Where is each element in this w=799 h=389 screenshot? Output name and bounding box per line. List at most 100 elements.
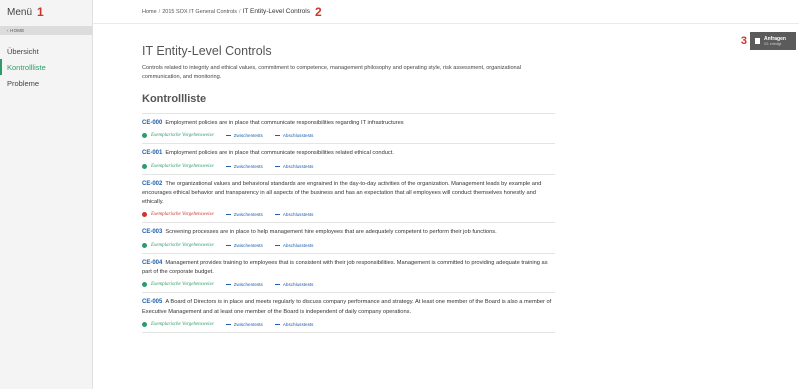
check-status-icon [142,242,147,248]
final-tests-label: Abschlusstests [282,282,314,288]
menu-label: Menü [7,6,33,18]
interim-tests-label: Zwischentests [233,321,263,327]
control-tags: Exemplarische Vorgehensweise Zwischentest… [142,162,555,171]
final-tests-link[interactable]: Abschlusstests [274,282,314,288]
control-id-link[interactable]: CE-001 [142,150,162,156]
control-row: CE-003 Screening processes are in place t… [142,223,555,254]
control-tags: Exemplarische Vorgehensweise Zwischentest… [142,280,555,289]
exemplary-approach-tag[interactable]: Exemplarische Vorgehensweise [142,282,214,288]
error-status-icon [142,212,147,218]
dash-icon [225,323,231,325]
final-tests-link[interactable]: Abschlusstests [274,242,314,248]
page-description: Controls related to integrity and ethica… [142,65,522,80]
control-description: Screening processes are in place to help… [165,229,497,236]
breadcrumb-parent[interactable]: 2015 SOX IT General Controls [162,9,237,15]
sidebar-item-problems[interactable]: Probleme [0,75,92,91]
exemplary-approach-tag[interactable]: Exemplarische Vorgehensweise [142,163,214,169]
dash-icon [274,135,280,137]
requests-button[interactable]: Anfragen 0/1 erledigt [750,32,796,50]
annotation-badge-2: 2 [314,4,322,19]
final-tests-link[interactable]: Abschlusstests [274,133,314,139]
section-title: Kontrollliste [142,93,207,105]
control-tags: Exemplarische Vorgehensweise Zwischentest… [142,241,555,250]
interim-tests-label: Zwischentests [233,282,263,288]
document-icon [755,38,760,44]
control-text-block: CE-001 Employment policies are in place t… [142,149,555,158]
sidebar-item-overview[interactable]: Übersicht [0,43,92,59]
interim-tests-link[interactable]: Zwischentests [225,321,263,327]
control-row: CE-001 Employment policies are in place t… [142,144,555,175]
control-description: Employment policies are in place that co… [165,150,394,157]
exemplary-approach-label: Exemplarische Vorgehensweise [151,282,214,288]
interim-tests-label: Zwischentests [233,212,263,218]
final-tests-link[interactable]: Abschlusstests [274,212,313,217]
interim-tests-link[interactable]: Zwischentests [225,163,263,169]
dash-icon [225,165,231,167]
control-id-link[interactable]: CE-002 [142,181,162,187]
annotation-badge-1: 1 [37,5,44,19]
control-text-block: CE-004 Management provides training to em… [142,259,555,278]
exemplary-approach-label: Exemplarische Vorgehensweise [151,321,214,327]
interim-tests-label: Zwischentests [233,163,263,169]
breadcrumb: Home / 2015 SOX IT General Controls / IT… [93,0,799,24]
exemplary-approach-tag[interactable]: Exemplarische Vorgehensweise [142,133,214,139]
check-status-icon [142,282,147,288]
check-status-icon [142,321,147,327]
dash-icon [274,284,280,286]
sidebar: Menü 1 ‹ HOME Übersicht Kontrollliste Pr… [0,0,93,389]
requests-subtitle: 0/1 erledigt [764,41,782,46]
interim-tests-label: Zwischentests [233,242,263,248]
dash-icon [274,214,280,216]
control-tags: Exemplarische Vorgehensweise Zwischentest… [142,210,555,219]
control-description: Management provides training to employee… [142,259,548,276]
final-tests-link[interactable]: Abschlusstests [274,163,314,169]
dash-icon [225,214,231,216]
exemplary-approach-label: Exemplarische Vorgehensweise [151,242,214,248]
breadcrumb-current: IT Entity-Level Controls [242,8,310,15]
control-id-link[interactable]: CE-004 [142,260,162,266]
control-row: CE-002 The organizational values and beha… [142,175,555,224]
breadcrumb-separator: / [239,8,241,15]
control-id-link[interactable]: CE-005 [142,299,162,305]
control-description: A Board of Directors is in place and mee… [142,299,552,315]
control-text-block: CE-005 A Board of Directors is in place a… [142,298,555,317]
annotation-badge-3: 3 [740,35,747,47]
breadcrumb-home[interactable]: Home [142,9,157,15]
control-row: CE-004 Management provides training to em… [142,254,555,294]
requests-title: Anfragen [764,35,786,42]
control-tags: Exemplarische Vorgehensweise Zwischentest… [142,320,555,329]
main-content: IT Entity-Level Controls Controls relate… [142,44,555,333]
control-id-link[interactable]: CE-000 [142,120,162,126]
check-status-icon [142,163,147,169]
control-text-block: CE-003 Screening processes are in place t… [142,228,555,237]
dash-icon [274,244,280,246]
interim-tests-link[interactable]: Zwischentests [225,133,263,139]
dash-icon [225,135,231,137]
sidebar-item-control-list[interactable]: Kontrollliste [0,59,92,75]
exemplary-approach-label: Exemplarische Vorgehensweise [151,163,214,169]
control-description: The organizational values and behavioral… [142,180,542,206]
interim-tests-label: Zwischentests [233,133,263,139]
exemplary-approach-tag[interactable]: Exemplarische Vorgehensweise [142,212,214,218]
interim-tests-link[interactable]: Zwischentests [225,212,263,218]
control-tags: Exemplarische Vorgehensweise Zwischentest… [142,131,555,140]
final-tests-label: Abschlusstests [282,133,314,139]
final-tests-link[interactable]: Abschlusstests [274,321,314,327]
control-id-link[interactable]: CE-003 [142,229,162,235]
exemplary-approach-tag[interactable]: Exemplarische Vorgehensweise [142,242,214,248]
dash-icon [225,244,231,246]
final-tests-label: Abschlusstests [282,321,314,327]
exemplary-approach-label: Exemplarische Vorgehensweise [151,133,214,139]
dash-icon [274,323,280,325]
page-title: IT Entity-Level Controls [142,44,272,58]
exemplary-approach-tag[interactable]: Exemplarische Vorgehensweise [142,321,214,327]
home-link[interactable]: ‹ HOME [0,26,92,35]
interim-tests-link[interactable]: Zwischentests [225,242,263,248]
final-tests-label: Abschlusstests [282,163,314,169]
menu-header[interactable]: Menü 1 [0,0,92,24]
control-list: CE-000 Employment policies are in place t… [142,113,555,333]
exemplary-approach-label: Exemplarische Vorgehensweise [151,212,214,218]
final-tests-label: Abschlusstests [282,242,314,248]
interim-tests-link[interactable]: Zwischentests [225,282,263,288]
control-text-block: CE-000 Employment policies are in place t… [142,119,555,128]
